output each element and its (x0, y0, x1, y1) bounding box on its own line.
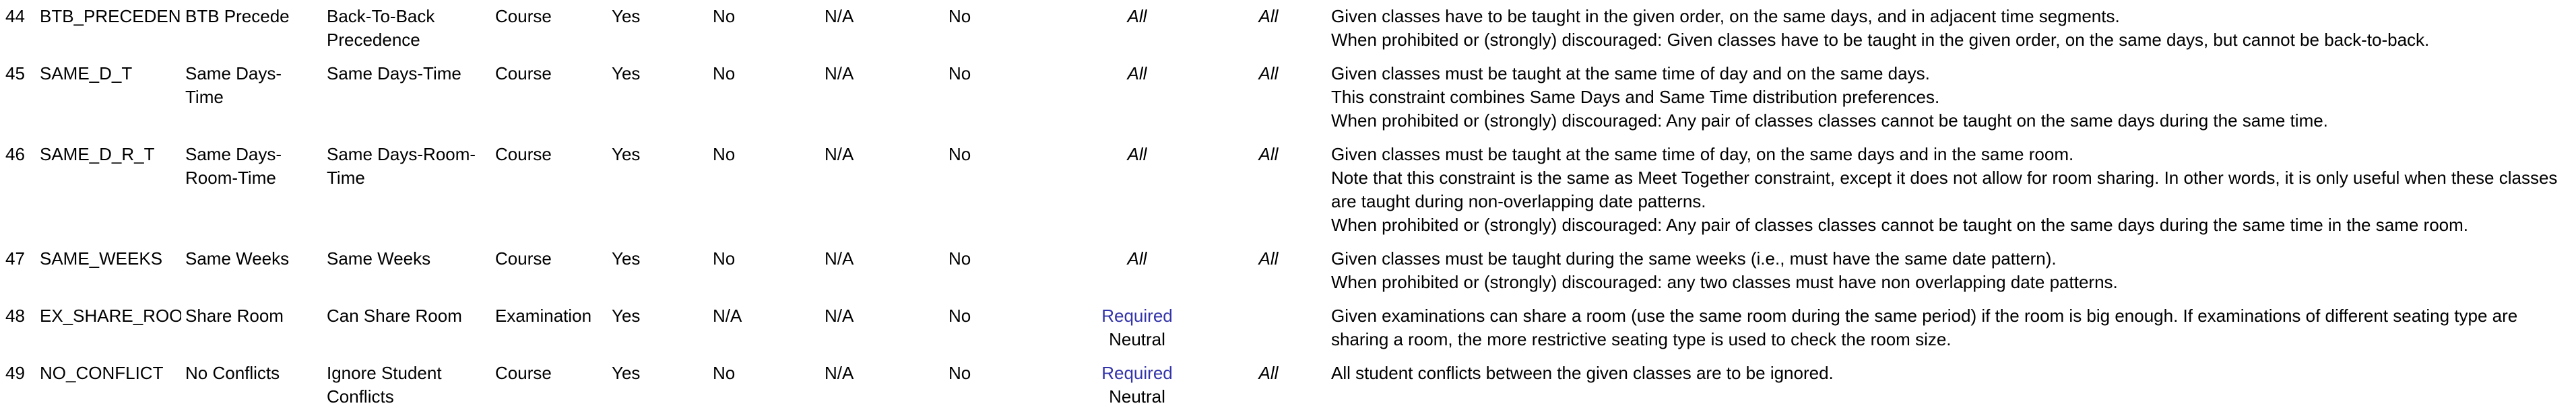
reference-cell: NO_CONFLICT (40, 363, 164, 383)
row-id: 48 (5, 306, 25, 326)
table-row[interactable]: 44 BTB_PRECEDENCE BTB Precede Back-To-Ba… (0, 0, 2576, 57)
exam-pref-cell: All (1258, 363, 1279, 383)
abbreviation-cell: BTB Precede (185, 6, 290, 26)
row-id: 44 (5, 6, 25, 26)
instructor-pref-cell: Required Neutral (1064, 357, 1210, 414)
allow-required-cell: Yes (612, 248, 641, 269)
reference-cell: EX_SHARE_ROOM (40, 306, 181, 326)
instructor-pref-cell: All (1064, 0, 1210, 57)
allow-prohibited-cell: N/A (825, 363, 854, 383)
allow-soft-cell: No (713, 144, 736, 164)
description-line: Given classes must be taught at the same… (1331, 144, 2074, 164)
row-id: 46 (5, 144, 25, 164)
table-row[interactable]: 46 SAME_D_R_T Same Days-Room-Time Same D… (0, 138, 2576, 242)
description-cell: Given classes must be taught at the same… (1327, 138, 2576, 242)
description-line: Note that this constraint is the same as… (1331, 168, 2558, 211)
row-id: 45 (5, 63, 25, 83)
visible-cell: No (948, 144, 971, 164)
allow-required-cell: Yes (612, 144, 641, 164)
allow-prohibited-cell: N/A (825, 6, 854, 26)
allow-prohibited-cell: N/A (825, 144, 854, 164)
instructor-pref-neutral: Neutral (1109, 329, 1165, 349)
instructor-pref-all: All (1127, 63, 1147, 83)
allow-soft-cell: No (713, 6, 736, 26)
exam-pref-cell: All (1258, 248, 1279, 269)
visible-cell: No (948, 363, 971, 383)
instructor-pref-required-link[interactable]: Required (1068, 304, 1206, 328)
instructor-pref-all: All (1127, 248, 1147, 269)
exam-pref-cell: All (1258, 144, 1279, 164)
name-cell: Can Share Room (327, 306, 462, 326)
instructor-pref-all: All (1127, 144, 1147, 164)
description-cell: All student conflicts between the given … (1327, 357, 2576, 414)
allow-required-cell: Yes (612, 63, 641, 83)
allow-required-cell: Yes (612, 363, 641, 383)
reference-cell: SAME_WEEKS (40, 248, 163, 269)
abbreviation-cell: Share Room (185, 306, 284, 326)
visible-cell: No (948, 248, 971, 269)
type-cell: Course (495, 63, 552, 83)
exam-pref-cell: All (1258, 63, 1279, 83)
abbreviation-cell: Same Days-Time (185, 63, 282, 107)
instructor-pref-all: All (1127, 6, 1147, 26)
table-row[interactable]: 45 SAME_D_T Same Days-Time Same Days-Tim… (0, 57, 2576, 138)
reference-cell: BTB_PRECEDENCE (40, 6, 181, 26)
row-id: 49 (5, 363, 25, 383)
description-cell: Given classes must be taught at the same… (1327, 57, 2576, 138)
exam-pref-cell (1210, 300, 1327, 357)
name-cell: Back-To-Back Precedence (327, 6, 435, 50)
visible-cell: No (948, 63, 971, 83)
description-line: When prohibited or (strongly) discourage… (1331, 215, 2468, 235)
instructor-pref-cell: All (1064, 138, 1210, 242)
table-row[interactable]: 48 EX_SHARE_ROOM Share Room Can Share Ro… (0, 300, 2576, 357)
name-cell: Same Days-Time (327, 63, 461, 83)
instructor-pref-cell: All (1064, 242, 1210, 300)
description-line: Given examinations can share a room (use… (1331, 306, 2518, 349)
allow-required-cell: Yes (612, 306, 641, 326)
visible-cell: No (948, 306, 971, 326)
distribution-types-table: 44 BTB_PRECEDENCE BTB Precede Back-To-Ba… (0, 0, 2576, 414)
allow-soft-cell: No (713, 63, 736, 83)
abbreviation-cell: No Conflicts (185, 363, 280, 383)
visible-cell: No (948, 6, 971, 26)
instructor-pref-required-link[interactable]: Required (1068, 361, 1206, 385)
description-line: When prohibited or (strongly) discourage… (1331, 272, 2118, 292)
description-line: When prohibited or (strongly) discourage… (1331, 110, 2328, 131)
row-id: 47 (5, 248, 25, 269)
description-line: This constraint combines Same Days and S… (1331, 87, 1940, 107)
reference-cell: SAME_D_R_T (40, 144, 155, 164)
instructor-pref-cell: All (1064, 57, 1210, 138)
allow-soft-cell: No (713, 363, 736, 383)
type-cell: Course (495, 363, 552, 383)
description-line: All student conflicts between the given … (1331, 363, 1834, 383)
reference-cell: SAME_D_T (40, 63, 133, 83)
description-cell: Given classes must be taught during the … (1327, 242, 2576, 300)
abbreviation-cell: Same Weeks (185, 248, 290, 269)
type-cell: Course (495, 6, 552, 26)
exam-pref-cell: All (1258, 6, 1279, 26)
description-line: When prohibited or (strongly) discourage… (1331, 30, 2430, 50)
name-cell: Same Weeks (327, 248, 431, 269)
allow-soft-cell: N/A (713, 306, 742, 326)
description-line: Given classes must be taught during the … (1331, 248, 2057, 269)
allow-prohibited-cell: N/A (825, 63, 854, 83)
name-cell: Same Days-Room-Time (327, 144, 476, 188)
name-cell: Ignore Student Conflicts (327, 363, 442, 407)
description-line: Given classes have to be taught in the g… (1331, 6, 2120, 26)
type-cell: Course (495, 144, 552, 164)
allow-prohibited-cell: N/A (825, 248, 854, 269)
description-cell: Given examinations can share a room (use… (1327, 300, 2576, 357)
description-cell: Given classes have to be taught in the g… (1327, 0, 2576, 57)
description-line: Given classes must be taught at the same… (1331, 63, 1930, 83)
type-cell: Examination (495, 306, 592, 326)
instructor-pref-cell: Required Neutral (1064, 300, 1210, 357)
type-cell: Course (495, 248, 552, 269)
allow-required-cell: Yes (612, 6, 641, 26)
table-row[interactable]: 47 SAME_WEEKS Same Weeks Same Weeks Cour… (0, 242, 2576, 300)
abbreviation-cell: Same Days-Room-Time (185, 144, 282, 188)
allow-soft-cell: No (713, 248, 736, 269)
table-row[interactable]: 49 NO_CONFLICT No Conflicts Ignore Stude… (0, 357, 2576, 414)
allow-prohibited-cell: N/A (825, 306, 854, 326)
